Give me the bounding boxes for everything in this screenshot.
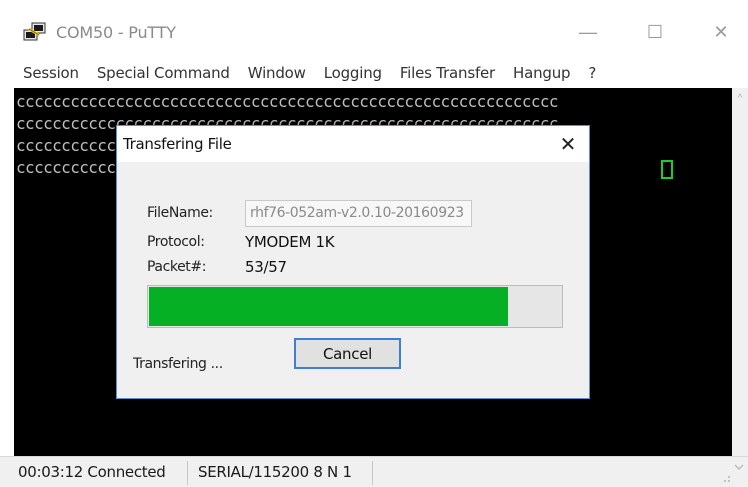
menu-session[interactable]: Session (14, 64, 88, 82)
menu-help[interactable]: ? (579, 64, 605, 82)
maximize-button[interactable]: ☐ (632, 14, 678, 50)
progress-bar-fill (149, 287, 508, 326)
putty-app-icon[interactable] (23, 21, 47, 43)
packet-value: 53/57 (245, 258, 287, 276)
resize-grip-icon[interactable] (718, 470, 732, 484)
scroll-up-arrow-icon[interactable]: ^ (732, 90, 748, 106)
protocol-label: Protocol: (147, 234, 205, 250)
terminal-line: cccccccccccccccccccccccccccccccccccccccc… (16, 92, 559, 111)
status-connection: 00:03:12 Connected (18, 463, 166, 481)
menu-logging[interactable]: Logging (315, 64, 391, 82)
dialog-titlebar: Transfering File ✕ (117, 126, 589, 162)
window-title: COM50 - PuTTY (56, 23, 176, 42)
menu-bar: Session Special Command Window Logging F… (0, 58, 748, 88)
status-bar: 00:03:12 Connected SERIAL/115200 8 N 1 (0, 456, 748, 487)
close-button[interactable]: ✕ (698, 14, 744, 50)
menu-files-transfer[interactable]: Files Transfer (391, 64, 504, 82)
menu-window[interactable]: Window (239, 64, 315, 82)
terminal-scrollbar[interactable]: ^ (732, 88, 748, 456)
status-serial-settings: SERIAL/115200 8 N 1 (198, 463, 352, 481)
cancel-button[interactable]: Cancel (294, 338, 401, 369)
packet-label: Packet#: (147, 259, 207, 275)
filename-label: FileName: (147, 205, 213, 221)
transfer-status-text: Transfering ... (133, 356, 223, 372)
menu-special-command[interactable]: Special Command (88, 64, 239, 82)
terminal-cursor (661, 160, 673, 179)
filename-field: rhf76-052am-v2.0.10-20160923 (245, 200, 472, 227)
window-titlebar: COM50 - PuTTY — ☐ ✕ (0, 0, 748, 58)
transfer-progress-bar (147, 285, 563, 328)
dialog-title: Transfering File (123, 135, 232, 153)
status-divider (372, 461, 373, 485)
status-divider (187, 461, 188, 485)
transfer-dialog: Transfering File ✕ FileName: rhf76-052am… (116, 125, 590, 399)
menu-hangup[interactable]: Hangup (504, 64, 579, 82)
scroll-down-arrow-icon[interactable] (734, 462, 744, 474)
minimize-button[interactable]: — (565, 14, 611, 50)
protocol-value: YMODEM 1K (245, 233, 335, 251)
dialog-close-button[interactable]: ✕ (553, 130, 583, 158)
